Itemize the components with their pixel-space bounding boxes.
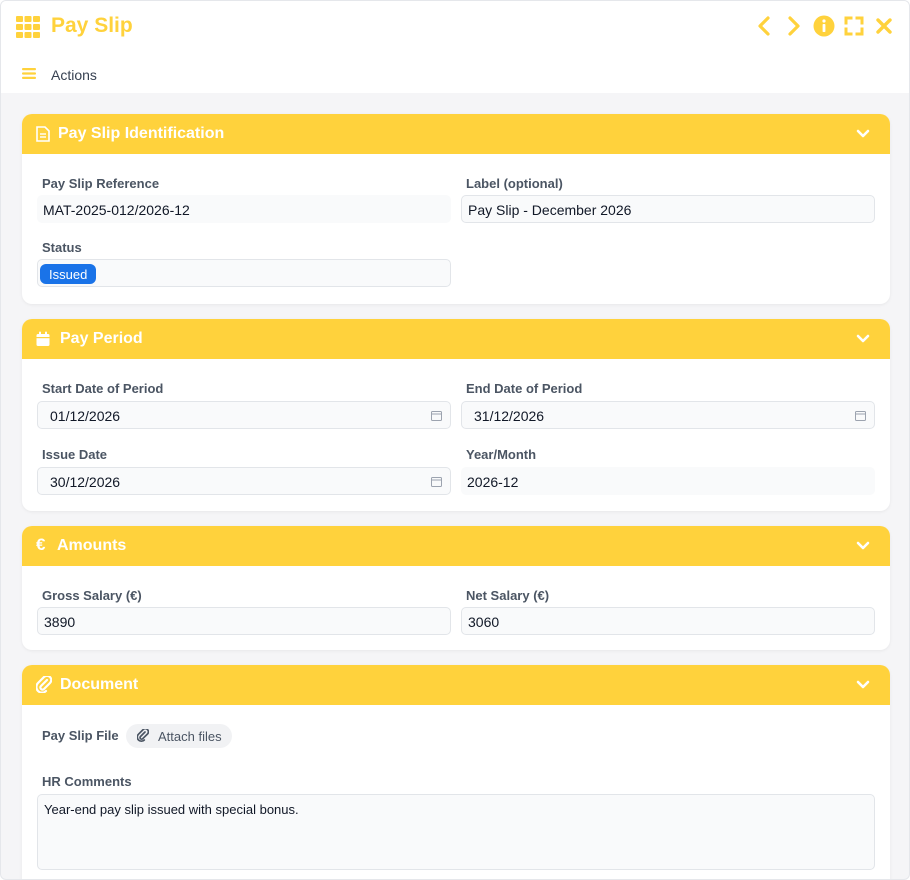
net-salary-input[interactable]: 3060 (461, 607, 875, 635)
year-month-field: 2026-12 (461, 467, 875, 495)
fullscreen-button[interactable] (843, 15, 865, 37)
section-title: Amounts (57, 537, 127, 554)
label-input[interactable]: Pay Slip - December 2026 (461, 195, 875, 223)
chevron-down-icon[interactable] (856, 678, 870, 692)
end-date-input[interactable]: 31/12/2026 (461, 401, 875, 429)
close-button[interactable] (873, 15, 895, 37)
start-date-input[interactable]: 01/12/2026 (37, 401, 451, 429)
actions-menu[interactable]: Actions (51, 67, 97, 83)
end-date-value: 31/12/2026 (474, 408, 545, 424)
pay-slip-file-label: Pay Slip File (42, 728, 119, 743)
info-button[interactable] (813, 15, 835, 37)
window-title: Pay Slip (51, 14, 133, 37)
hr-comments-label: HR Comments (42, 774, 132, 789)
attach-files-label: Attach files (158, 729, 222, 744)
calendar-icon[interactable] (855, 410, 866, 421)
issue-date-input[interactable]: 30/12/2026 (37, 467, 451, 495)
status-badge: Issued (40, 264, 97, 284)
start-date-label: Start Date of Period (42, 381, 164, 396)
calendar-icon[interactable] (431, 410, 442, 421)
window-controls (753, 15, 895, 37)
issue-date-value: 30/12/2026 (50, 474, 121, 490)
calendar-icon[interactable] (431, 476, 442, 487)
grid-icon (16, 16, 40, 38)
previous-button[interactable] (753, 15, 775, 37)
section-identification: Pay Slip Identification Pay Slip Referen… (22, 114, 890, 304)
section-header-pay-period[interactable]: Pay Period (22, 319, 890, 359)
pay-slip-window: Pay Slip Actions Pay Slip Identification… (0, 0, 910, 880)
chevron-right-icon (788, 16, 800, 36)
section-header-amounts[interactable]: € Amounts (22, 526, 890, 566)
chevron-down-icon[interactable] (856, 332, 870, 346)
chevron-left-icon (758, 16, 770, 36)
hr-comments-textarea[interactable]: Year-end pay slip issued with special bo… (37, 794, 875, 870)
start-date-value: 01/12/2026 (50, 408, 121, 424)
attach-files-button[interactable]: Attach files (126, 724, 232, 748)
year-month-label: Year/Month (466, 447, 537, 462)
status-label: Status (42, 240, 82, 255)
section-title: Pay Slip Identification (58, 125, 225, 142)
net-salary-label: Net Salary (€) (466, 588, 550, 603)
section-document: Document Pay Slip File Attach files HR C… (22, 665, 890, 879)
close-icon (876, 18, 892, 34)
actions-bar: Actions (1, 53, 909, 93)
section-header-document[interactable]: Document (22, 665, 890, 705)
chevron-down-icon[interactable] (856, 127, 870, 141)
section-amounts: € Amounts Gross Salary (€) 3890 Net Sala… (22, 526, 890, 650)
label-field-label: Label (optional) (466, 176, 563, 191)
section-title: Document (60, 676, 139, 693)
document-icon (36, 126, 50, 142)
section-header-identification[interactable]: Pay Slip Identification (22, 114, 890, 154)
info-icon (813, 15, 835, 37)
status-select[interactable]: Issued (37, 259, 451, 287)
gross-salary-input[interactable]: 3890 (37, 607, 451, 635)
reference-field: MAT-2025-012/2026-12 (37, 195, 451, 223)
menu-icon[interactable] (22, 68, 36, 79)
reference-label: Pay Slip Reference (42, 176, 160, 191)
section-title: Pay Period (60, 330, 143, 347)
calendar-icon (36, 331, 50, 346)
chevron-down-icon[interactable] (856, 539, 870, 553)
title-bar: Pay Slip (1, 1, 909, 53)
end-date-label: End Date of Period (466, 381, 583, 396)
section-pay-period: Pay Period Start Date of Period 01/12/20… (22, 319, 890, 511)
gross-salary-label: Gross Salary (€) (42, 588, 142, 603)
paperclip-icon (36, 676, 52, 693)
euro-icon: € (36, 535, 46, 554)
next-button[interactable] (783, 15, 805, 37)
issue-date-label: Issue Date (42, 447, 108, 462)
fullscreen-icon (844, 16, 864, 36)
paperclip-icon (137, 729, 149, 743)
